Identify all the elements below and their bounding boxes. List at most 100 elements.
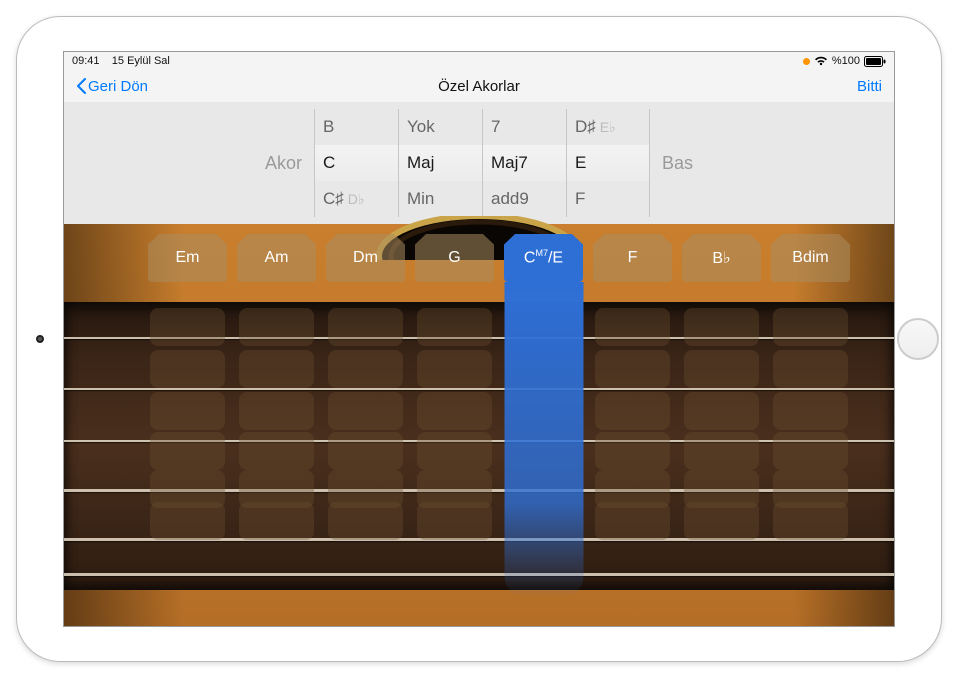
chord-chip[interactable]: CM7/E xyxy=(504,234,583,282)
status-right: %100 xyxy=(803,55,886,67)
fret-cell[interactable] xyxy=(595,350,670,388)
chord-strip[interactable]: G xyxy=(415,234,494,598)
chord-strip[interactable]: CM7/E xyxy=(504,234,583,598)
chord-column-body[interactable] xyxy=(326,282,405,598)
chord-label: Em xyxy=(176,249,200,267)
picker-option[interactable]: B xyxy=(315,109,398,145)
guitar-body: Em Am DmGCM7/EF B♭ Bdim xyxy=(64,224,894,626)
picker-option[interactable]: Maj7 xyxy=(483,145,566,181)
fret-cell[interactable] xyxy=(417,502,492,540)
chord-chip[interactable]: B♭ xyxy=(682,234,761,282)
fret-cell[interactable] xyxy=(773,432,848,470)
chord-chip[interactable]: G xyxy=(415,234,494,282)
fret-cell[interactable] xyxy=(328,432,403,470)
fret-cell[interactable] xyxy=(328,502,403,540)
picker-option[interactable]: C xyxy=(315,145,398,181)
fret-cell[interactable] xyxy=(239,350,314,388)
chord-column-body[interactable] xyxy=(148,282,227,598)
fret-cell[interactable] xyxy=(595,432,670,470)
done-button[interactable]: Bitti xyxy=(857,78,882,95)
fret-cell[interactable] xyxy=(773,502,848,540)
fret-cell[interactable] xyxy=(150,308,225,346)
status-date: 15 Eylül Sal xyxy=(112,55,170,67)
front-camera-area xyxy=(17,17,63,661)
wifi-icon xyxy=(814,56,828,66)
page-title: Özel Akorlar xyxy=(64,78,894,95)
chord-column-body[interactable] xyxy=(771,282,850,598)
picker-option[interactable]: Yok xyxy=(399,109,482,145)
fret-cell[interactable] xyxy=(239,392,314,430)
fret-cell[interactable] xyxy=(773,308,848,346)
picker-column-2[interactable]: 7Maj7add9 xyxy=(482,109,566,217)
chord-column-body[interactable] xyxy=(593,282,672,598)
fret-cell[interactable] xyxy=(773,350,848,388)
chord-chip[interactable]: Dm xyxy=(326,234,405,282)
picker-label-right: Bas xyxy=(656,153,699,174)
picker-column-3[interactable]: D♯E♭EF xyxy=(566,109,650,217)
recording-indicator-icon xyxy=(803,58,810,65)
home-button[interactable] xyxy=(897,318,939,360)
chord-highlight xyxy=(504,282,583,598)
fret-cell[interactable] xyxy=(417,350,492,388)
picker-wheels: BCC♯D♭YokMajMin7Maj7add9D♯E♭EF xyxy=(314,109,650,217)
battery-text: %100 xyxy=(832,55,860,67)
ipad-frame: 09:41 15 Eylül Sal %100 Geri Dön Özel xyxy=(16,16,942,662)
fret-cell[interactable] xyxy=(328,308,403,346)
fret-cell[interactable] xyxy=(684,502,759,540)
fret-cell[interactable] xyxy=(684,308,759,346)
fret-cell[interactable] xyxy=(595,502,670,540)
fret-cell[interactable] xyxy=(150,350,225,388)
chord-chip[interactable]: Bdim xyxy=(771,234,850,282)
fret-cell[interactable] xyxy=(595,308,670,346)
home-button-area xyxy=(895,17,941,661)
screen: 09:41 15 Eylül Sal %100 Geri Dön Özel xyxy=(63,51,895,627)
fret-cell[interactable] xyxy=(417,392,492,430)
nav-bar: Geri Dön Özel Akorlar Bitti xyxy=(64,70,894,102)
chord-strip[interactable]: F xyxy=(593,234,672,598)
picker-option[interactable]: F xyxy=(567,181,649,217)
fret-cell[interactable] xyxy=(150,392,225,430)
picker-option[interactable]: C♯D♭ xyxy=(315,181,398,217)
chord-label: B♭ xyxy=(712,248,730,268)
fret-cell[interactable] xyxy=(595,392,670,430)
picker-column-1[interactable]: YokMajMin xyxy=(398,109,482,217)
chevron-left-icon xyxy=(76,78,86,94)
chord-chip[interactable]: Em xyxy=(148,234,227,282)
fret-cell[interactable] xyxy=(417,308,492,346)
fret-cell[interactable] xyxy=(150,432,225,470)
fret-cell[interactable] xyxy=(328,350,403,388)
fret-cell[interactable] xyxy=(417,432,492,470)
fret-cell[interactable] xyxy=(239,432,314,470)
chord-column-body[interactable] xyxy=(237,282,316,598)
picker-option[interactable]: Maj xyxy=(399,145,482,181)
chord-chip[interactable]: F xyxy=(593,234,672,282)
status-time: 09:41 xyxy=(72,55,100,67)
chord-strip[interactable]: Am xyxy=(237,234,316,598)
chord-strip[interactable]: Bdim xyxy=(771,234,850,598)
fret-cell[interactable] xyxy=(328,392,403,430)
back-button[interactable]: Geri Dön xyxy=(76,78,148,95)
picker-option[interactable]: add9 xyxy=(483,181,566,217)
picker-option[interactable]: D♯E♭ xyxy=(567,109,649,145)
fret-cell[interactable] xyxy=(684,432,759,470)
chord-column-body[interactable] xyxy=(682,282,761,598)
chord-label: Am xyxy=(265,249,289,267)
chord-column-body[interactable] xyxy=(504,282,583,598)
picker-option[interactable]: 7 xyxy=(483,109,566,145)
fret-cell[interactable] xyxy=(150,502,225,540)
chord-strip[interactable]: Em xyxy=(148,234,227,598)
chord-column-body[interactable] xyxy=(415,282,494,598)
fret-cell[interactable] xyxy=(239,308,314,346)
picker-option[interactable]: Min xyxy=(399,181,482,217)
fret-cell[interactable] xyxy=(684,350,759,388)
picker-column-0[interactable]: BCC♯D♭ xyxy=(314,109,398,217)
fret-cell[interactable] xyxy=(239,502,314,540)
chord-strip[interactable]: Dm xyxy=(326,234,405,598)
chord-chip[interactable]: Am xyxy=(237,234,316,282)
status-bar: 09:41 15 Eylül Sal %100 xyxy=(64,52,894,70)
picker-option[interactable]: E xyxy=(567,145,649,181)
fret-cell[interactable] xyxy=(684,392,759,430)
fret-cell[interactable] xyxy=(773,392,848,430)
chord-strip[interactable]: B♭ xyxy=(682,234,761,598)
camera-sensor-icon xyxy=(36,335,44,343)
